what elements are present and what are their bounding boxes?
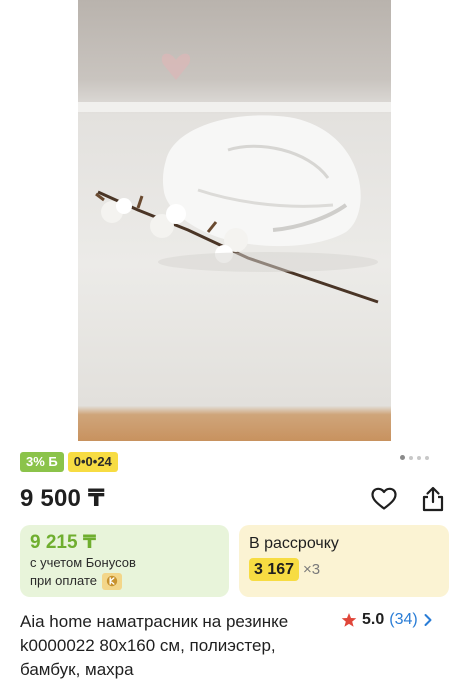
product-title: Aia home наматрасник на резинке k0000022…	[20, 612, 289, 679]
gallery-dot-4[interactable]	[425, 455, 429, 460]
bonus-note-line1: с учетом Бонусов	[30, 555, 136, 570]
share-icon	[422, 486, 444, 512]
bonus-note-line2-row: при оплате	[30, 572, 219, 590]
product-price: 9 500 ₸	[20, 485, 105, 512]
star-icon	[341, 613, 357, 627]
installment-amount: 3 167	[249, 558, 300, 581]
product-photo-illustration	[78, 53, 391, 304]
installment-title: В рассрочку	[249, 535, 339, 552]
rating-value: 5.0	[362, 611, 385, 628]
bonus-percent-badge: 3% Б	[20, 452, 64, 472]
chevron-right-icon	[424, 614, 432, 626]
gallery-dot-2[interactable]	[409, 455, 413, 460]
installment-card[interactable]: В рассрочку 3 167 ×3	[239, 525, 449, 597]
kaspi-logo-icon	[101, 572, 122, 590]
heart-icon	[371, 487, 397, 510]
rating-link[interactable]: 5.0 (34)	[341, 610, 433, 630]
favorite-button[interactable]	[369, 484, 399, 514]
gallery-dot-3[interactable]	[417, 455, 421, 460]
installment-badge: 0•0•24	[67, 452, 118, 472]
promo-badges: 3% Б 0•0•24	[20, 452, 118, 472]
product-image[interactable]	[78, 0, 391, 441]
gallery-pagination	[400, 455, 429, 460]
bonus-note-line2: при оплате	[30, 573, 97, 588]
gallery-dot-1[interactable]	[400, 455, 405, 460]
installment-row: 3 167 ×3	[249, 558, 439, 581]
rating-count: (34)	[389, 611, 418, 628]
share-button[interactable]	[418, 484, 448, 514]
installment-multiplier: ×3	[303, 561, 321, 578]
bonus-price-card[interactable]: 9 215 ₸ с учетом Бонусов при оплате	[20, 525, 229, 597]
bonus-price: 9 215 ₸	[30, 532, 97, 553]
